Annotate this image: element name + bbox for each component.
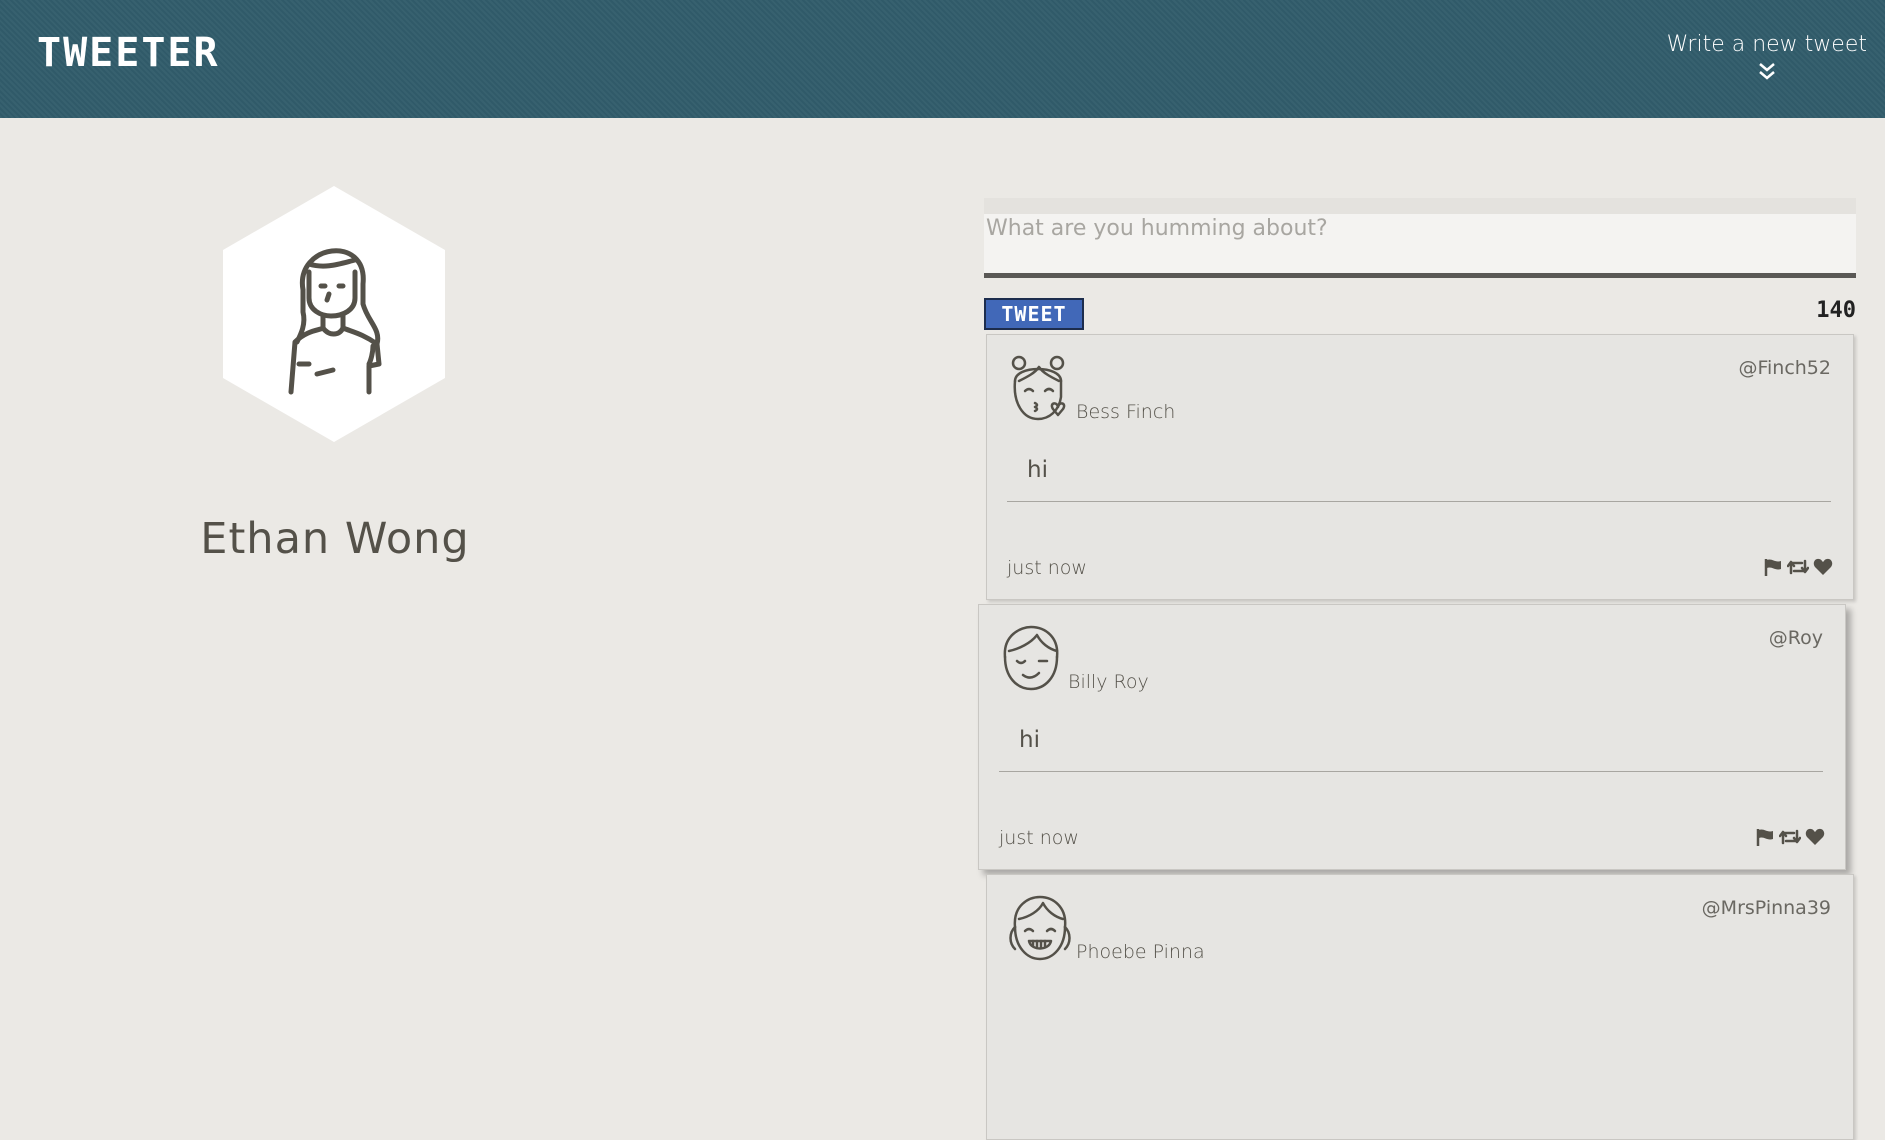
compose-toggle-button[interactable]: Write a new tweet — [1667, 32, 1867, 83]
tweet-content: hi — [999, 727, 1823, 772]
top-navbar: TWEETER Write a new tweet — [0, 0, 1885, 118]
tweet-content: hi — [1007, 457, 1831, 502]
tweet-actions — [1755, 827, 1825, 852]
tweet-timestamp: just now — [1007, 557, 1087, 579]
tweet-composer: TWEET 140 — [984, 198, 1856, 330]
boy-wink-avatar-icon — [1003, 625, 1059, 691]
profile-panel: Ethan Wong — [0, 118, 670, 618]
compose-toggle-label: Write a new tweet — [1666, 32, 1867, 57]
profile-avatar-frame — [223, 186, 445, 442]
tweet-author-handle: @MrsPinna39 — [1701, 897, 1831, 919]
tweet-author-handle: @Roy — [1768, 627, 1823, 649]
tweet-author-name: Phoebe Pinna — [1076, 941, 1205, 963]
girl-avatar-icon — [288, 248, 382, 395]
double-chevron-down-icon — [1759, 63, 1775, 80]
tweet-card: Bess Finch @Finch52 hi just now — [986, 334, 1854, 600]
flag-icon[interactable] — [1763, 557, 1783, 582]
flag-icon[interactable] — [1755, 827, 1775, 852]
tweet-card: Billy Roy @Roy hi just now — [978, 604, 1846, 870]
tweet-timestamp: just now — [999, 827, 1079, 849]
app-logo[interactable]: TWEETER — [37, 30, 220, 76]
character-counter: 140 — [1816, 298, 1856, 323]
retweet-icon[interactable] — [1778, 827, 1802, 852]
heart-icon[interactable] — [1813, 557, 1833, 582]
tweet-author-name: Billy Roy — [1068, 671, 1149, 693]
tweet-card: Phoebe Pinna @MrsPinna39 — [986, 874, 1854, 1140]
profile-name: Ethan Wong — [200, 514, 470, 564]
tweet-author-handle: @Finch52 — [1738, 357, 1831, 379]
tweet-input[interactable] — [984, 198, 1856, 278]
retweet-icon[interactable] — [1786, 557, 1810, 582]
girl-kiss-avatar-icon — [1011, 355, 1066, 421]
heart-icon[interactable] — [1805, 827, 1825, 852]
tweet-actions — [1763, 557, 1833, 582]
tweet-author-name: Bess Finch — [1076, 401, 1176, 423]
tweet-button[interactable]: TWEET — [984, 298, 1084, 330]
girl-braces-avatar-icon — [1009, 895, 1071, 961]
